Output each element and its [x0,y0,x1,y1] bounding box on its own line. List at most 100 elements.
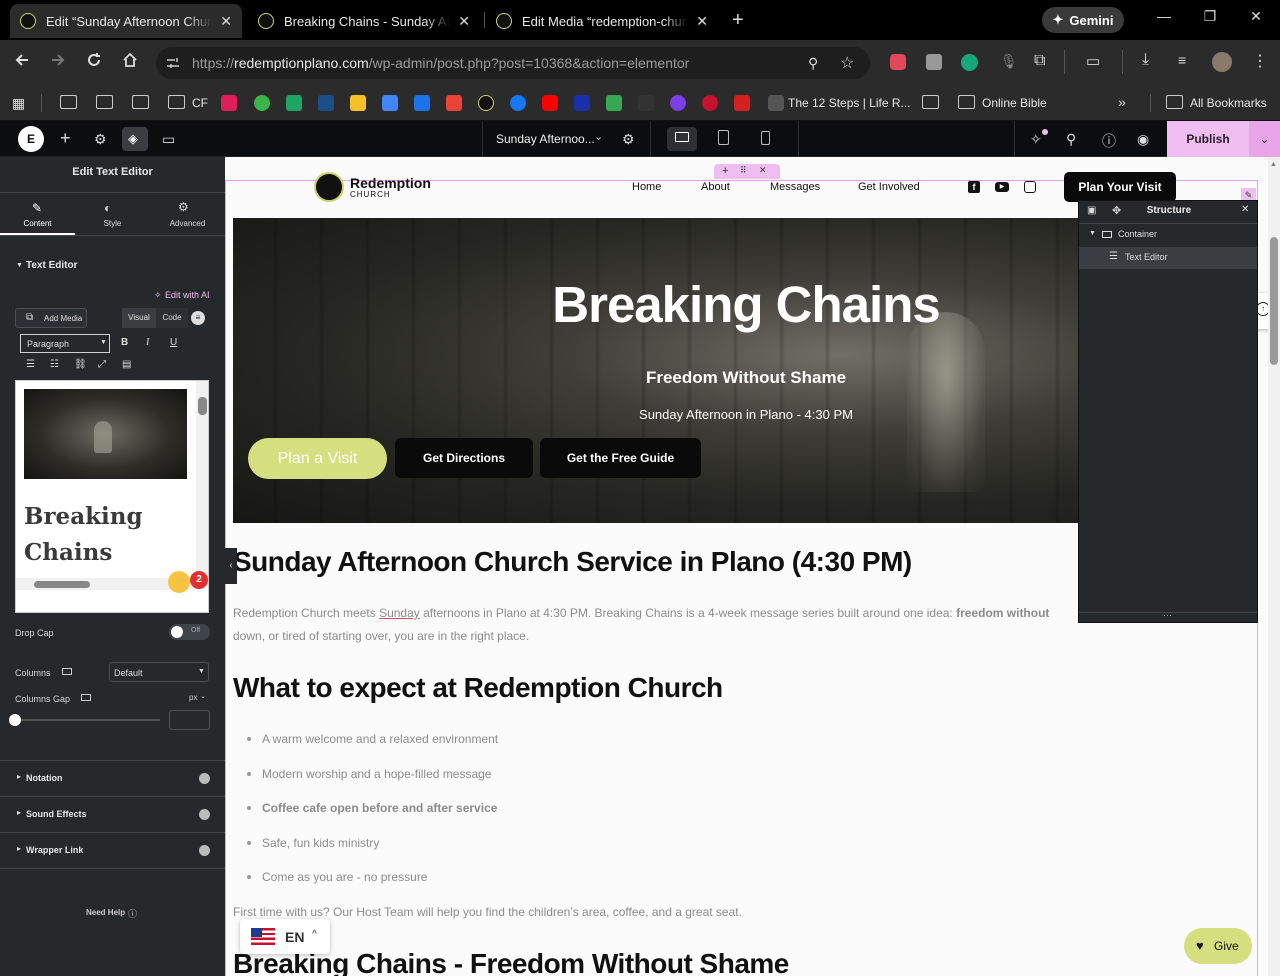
language-switcher[interactable]: EN ^ [240,919,330,954]
forward-icon[interactable] [50,52,66,68]
scroll-up-arrow-icon[interactable]: ▲ [1270,161,1277,168]
nav-get-involved[interactable]: Get Involved [858,181,920,193]
list-icon[interactable] [606,95,622,111]
site-info-icon[interactable] [166,56,180,70]
grammarly-badge-icon[interactable]: 2 [190,571,208,589]
add-element-icon[interactable]: + [60,128,71,149]
bookmark-twelve-steps[interactable]: The 12 Steps | Life R... [788,96,911,110]
publish-options-chevron-icon[interactable]: ⌄ [1249,121,1280,157]
toolbar-toggle-icon[interactable]: ▤ [122,359,131,370]
close-window-icon[interactable]: ✕ [1244,8,1268,25]
caret-right-icon[interactable]: ▸ [17,772,21,781]
folder-icon[interactable] [96,95,113,109]
dw-icon[interactable] [638,95,654,111]
section-sound-effects[interactable]: Sound Effects [26,809,87,819]
responsive-desktop-icon[interactable] [62,668,72,675]
columns-select[interactable]: Default ▼ [109,662,209,682]
restore-icon[interactable]: ❐ [1198,8,1222,25]
church-logo-icon[interactable] [314,172,344,202]
page-title[interactable]: Sunday Afternoo... [496,132,595,146]
text-editor-area[interactable]: Breaking Chains 2 [15,380,209,613]
redemption-icon[interactable] [478,95,494,111]
grammarly-icon[interactable] [961,54,978,71]
publish-button[interactable]: Publish [1167,121,1249,157]
slack-icon[interactable] [221,95,237,111]
nav-messages[interactable]: Messages [770,181,820,193]
format-select[interactable]: Paragraph ▼ [20,334,110,353]
editor-vertical-scrollbar[interactable] [196,381,208,586]
get-directions-button[interactable]: Get Directions [395,438,533,478]
facebook-icon[interactable]: f [968,181,980,193]
code-tab[interactable]: Code [156,308,188,328]
canva-icon[interactable] [670,95,686,111]
folder-icon[interactable] [132,95,149,109]
bible-app-icon[interactable] [318,95,334,111]
caret-down-icon[interactable]: ▼ [16,262,23,269]
page-scroll-thumb[interactable] [1270,237,1278,365]
gloo-icon[interactable] [254,95,270,111]
browser-tab-live-page[interactable]: Breaking Chains - Sunday After ✕ [248,4,480,38]
more-bookmarks-icon[interactable]: » [1118,94,1126,110]
structure-toggle-button[interactable]: ◈ [122,127,148,151]
chevron-down-icon[interactable]: ⌄ [200,692,206,700]
browser-tab-edit-page[interactable]: Edit “Sunday Afternoon Church ✕ [10,4,242,38]
media-controls-icon[interactable]: ≡ [1178,52,1186,68]
desktop-view-button[interactable] [667,127,697,151]
need-help-link[interactable]: Need Help [86,908,125,917]
address-bar[interactable]: https://redemptionplano.com/wp-admin/pos… [156,47,870,79]
preview-eye-icon[interactable]: ◉ [1137,131,1149,148]
notifications-icon[interactable]: ✧ [1030,131,1042,148]
microphone-icon[interactable]: 🎙 [1000,53,1018,70]
nav-about[interactable]: About [701,181,730,193]
tablet-icon[interactable] [718,130,729,145]
link-icon[interactable]: ⛓ [74,359,87,370]
section-wrapper-link[interactable]: Wrapper Link [26,845,83,855]
logo-text[interactable]: Redemption [350,175,431,191]
pocket-icon[interactable] [890,54,906,70]
browser-tab-edit-media[interactable]: Edit Media “redemption-church ✕ [486,4,718,38]
profile-avatar[interactable] [1212,52,1232,72]
help-icon[interactable]: ⓘ [1102,131,1116,151]
bookmark-online-bible[interactable]: Online Bible [982,96,1047,110]
close-structure-icon[interactable]: ✕ [1241,204,1249,215]
youtube-icon[interactable]: ▶ [995,182,1009,192]
finder-search-icon[interactable]: ⚲ [1066,131,1076,148]
bookmark-all[interactable]: All Bookmarks [1190,96,1267,110]
extension-r-icon[interactable] [926,54,942,70]
podcast-icon[interactable] [702,95,718,111]
delete-container-icon[interactable]: ✕ [759,165,767,176]
visual-tab[interactable]: Visual [122,308,156,328]
tab-style[interactable]: ◐ Style [75,193,150,235]
editor-hscroll-thumb[interactable] [34,581,90,588]
edit-with-ai-link[interactable]: Edit with AI [165,290,210,300]
editor-scroll-thumb[interactable] [198,397,207,415]
structure-item-text-editor[interactable]: ☰ Text Editor [1079,247,1257,269]
section-notation[interactable]: Notation [26,773,63,783]
plan-a-visit-button[interactable]: Plan a Visit [248,438,387,479]
folder-icon[interactable] [958,95,975,109]
collapse-panel-icon[interactable]: ‹ [225,548,237,584]
facebook-icon[interactable] [510,95,526,111]
tab-advanced[interactable]: ⚙ Advanced [150,193,225,235]
container-handle[interactable]: + ⠿ ✕ [714,164,780,179]
zoom-search-icon[interactable]: ⚲ [808,55,818,72]
structure-item-container[interactable]: ▼ Container [1079,225,1257,245]
close-tab-icon[interactable]: ✕ [696,13,708,30]
folder-icon[interactable] [922,95,939,109]
drop-cap-toggle[interactable]: Off [169,624,210,640]
help-circle-icon[interactable]: ⓘ [128,907,137,920]
folder-icon[interactable] [168,95,185,109]
tab-content[interactable]: ✎ Content [0,193,75,235]
give-button[interactable]: ♥ Give [1184,928,1252,964]
site-settings-icon[interactable]: ⚙ [94,131,107,148]
calendar-icon[interactable] [414,95,430,111]
tab-search-icon[interactable]: ▭ [1086,52,1100,70]
download-icon[interactable]: ⤓ [1142,51,1149,69]
ui-icon[interactable] [574,95,590,111]
mobile-icon[interactable] [761,131,770,145]
bookmark-star-icon[interactable]: ☆ [840,53,854,73]
bold-icon[interactable]: B [121,337,128,348]
folder-icon[interactable] [60,95,77,109]
red-arrow-icon[interactable] [734,95,750,111]
reload-icon[interactable] [86,52,102,68]
